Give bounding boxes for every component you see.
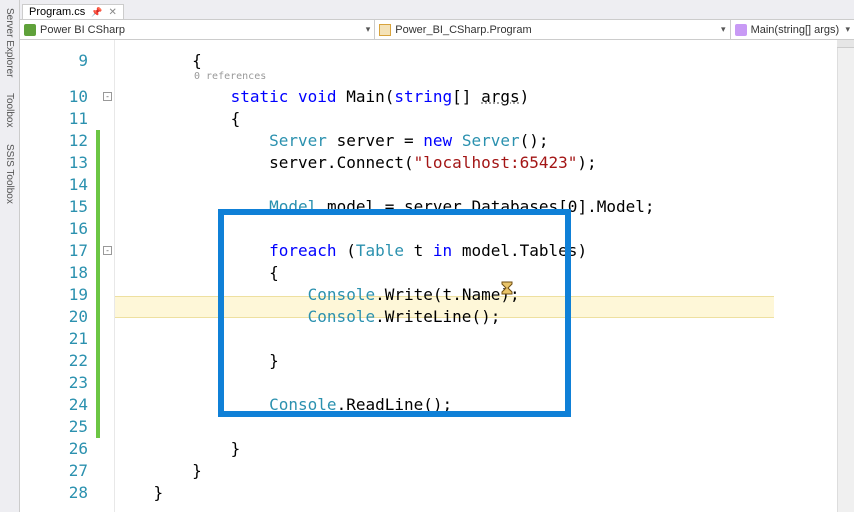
rail-tab-toolbox[interactable]: Toolbox xyxy=(3,89,16,131)
line-number: 19 xyxy=(20,284,88,306)
change-indicator xyxy=(96,350,100,372)
change-indicator xyxy=(96,130,100,152)
code-line: } xyxy=(115,438,854,460)
change-indicator xyxy=(96,284,100,306)
code-surface[interactable]: { 0 references static void Main(string[]… xyxy=(115,40,854,512)
change-indicator xyxy=(96,394,100,416)
change-indicator xyxy=(96,196,100,218)
code-line xyxy=(115,328,854,350)
navigation-bar: Power BI CSharp ▾ Power_BI_CSharp.Progra… xyxy=(20,20,854,40)
line-number-margin: 9 10 11 12 13 14 15 16 17 18 19 20 21 22… xyxy=(20,40,96,512)
code-line: } xyxy=(115,350,854,372)
change-indicator xyxy=(96,372,100,394)
line-number: 12 xyxy=(20,130,88,152)
codelens-references[interactable]: 0 references xyxy=(194,70,266,84)
change-indicator xyxy=(96,262,100,284)
line-number: 11 xyxy=(20,108,88,130)
change-indicator xyxy=(96,174,100,196)
code-line: Model model = server.Databases[0].Model; xyxy=(115,196,854,218)
marker-margin: - - xyxy=(96,40,114,512)
code-line: } xyxy=(115,460,854,482)
code-line: Server server = new Server(); xyxy=(115,130,854,152)
line-number: 22 xyxy=(20,350,88,372)
code-line: Console.Write(t.Name); xyxy=(115,284,854,306)
nav-member-dropdown[interactable]: Main(string[] args) ▾ xyxy=(731,20,854,39)
chevron-down-icon: ▾ xyxy=(366,24,371,35)
nav-project-label: Power BI CSharp xyxy=(40,24,125,36)
change-indicator xyxy=(96,416,100,438)
code-line: { xyxy=(115,262,854,284)
line-number: 27 xyxy=(20,460,88,482)
vertical-scrollbar[interactable] xyxy=(837,40,854,512)
nav-type-label: Power_BI_CSharp.Program xyxy=(395,24,531,36)
line-number: 18 xyxy=(20,262,88,284)
code-line xyxy=(115,174,854,196)
line-number: 20 xyxy=(20,306,88,328)
code-line xyxy=(115,372,854,394)
line-number: 21 xyxy=(20,328,88,350)
fold-toggle[interactable]: - xyxy=(103,92,112,101)
change-indicator xyxy=(96,152,100,174)
code-line: foreach (Table t in model.Tables) xyxy=(115,240,854,262)
line-number: 24 xyxy=(20,394,88,416)
line-number: 14 xyxy=(20,174,88,196)
code-line: static void Main(string[] args) xyxy=(115,86,854,108)
change-indicator xyxy=(96,240,100,262)
hourglass-cursor-icon xyxy=(501,279,513,293)
code-line: } xyxy=(115,482,854,504)
change-indicator xyxy=(96,218,100,240)
class-icon xyxy=(379,24,391,36)
code-line: { xyxy=(115,50,854,72)
code-line: Console.WriteLine(); xyxy=(115,306,854,328)
fold-toggle[interactable]: - xyxy=(103,246,112,255)
side-tool-rail: Server Explorer Toolbox SSIS Toolbox xyxy=(0,0,20,512)
method-icon xyxy=(735,24,747,36)
code-line xyxy=(115,416,854,438)
code-line: { xyxy=(115,108,854,130)
rail-tab-server-explorer[interactable]: Server Explorer xyxy=(3,4,16,81)
pin-icon[interactable]: 📌 xyxy=(91,7,102,18)
code-line: Console.ReadLine(); xyxy=(115,394,854,416)
editor-column: Program.cs 📌 ✕ Power BI CSharp ▾ Power_B… xyxy=(20,0,854,512)
line-number: 15 xyxy=(20,196,88,218)
change-indicator xyxy=(96,306,100,328)
document-tab-row: Program.cs 📌 ✕ xyxy=(20,0,854,20)
line-number: 26 xyxy=(20,438,88,460)
line-number: 25 xyxy=(20,416,88,438)
line-number: 13 xyxy=(20,152,88,174)
line-number: 16 xyxy=(20,218,88,240)
line-number: 28 xyxy=(20,482,88,504)
line-number: 9 xyxy=(20,50,88,72)
code-line xyxy=(115,218,854,240)
editor-gutter: 9 10 11 12 13 14 15 16 17 18 19 20 21 22… xyxy=(20,40,115,512)
file-tab-label: Program.cs xyxy=(29,6,85,18)
change-indicator xyxy=(96,328,100,350)
chevron-down-icon: ▾ xyxy=(721,24,726,35)
split-handle[interactable] xyxy=(837,40,854,48)
line-number: 10 xyxy=(20,86,88,108)
rail-tab-ssis-toolbox[interactable]: SSIS Toolbox xyxy=(3,140,16,208)
nav-type-dropdown[interactable]: Power_BI_CSharp.Program ▾ xyxy=(375,20,730,39)
nav-member-label: Main(string[] args) xyxy=(751,24,840,36)
close-icon[interactable]: ✕ xyxy=(108,7,116,18)
line-number: 23 xyxy=(20,372,88,394)
line-number: 17 xyxy=(20,240,88,262)
csharp-project-icon xyxy=(24,24,36,36)
nav-project-dropdown[interactable]: Power BI CSharp ▾ xyxy=(20,20,375,39)
chevron-down-icon: ▾ xyxy=(845,24,850,35)
code-editor[interactable]: 9 10 11 12 13 14 15 16 17 18 19 20 21 22… xyxy=(20,40,854,512)
code-line: server.Connect("localhost:65423"); xyxy=(115,152,854,174)
file-tab-program[interactable]: Program.cs 📌 ✕ xyxy=(22,4,124,19)
